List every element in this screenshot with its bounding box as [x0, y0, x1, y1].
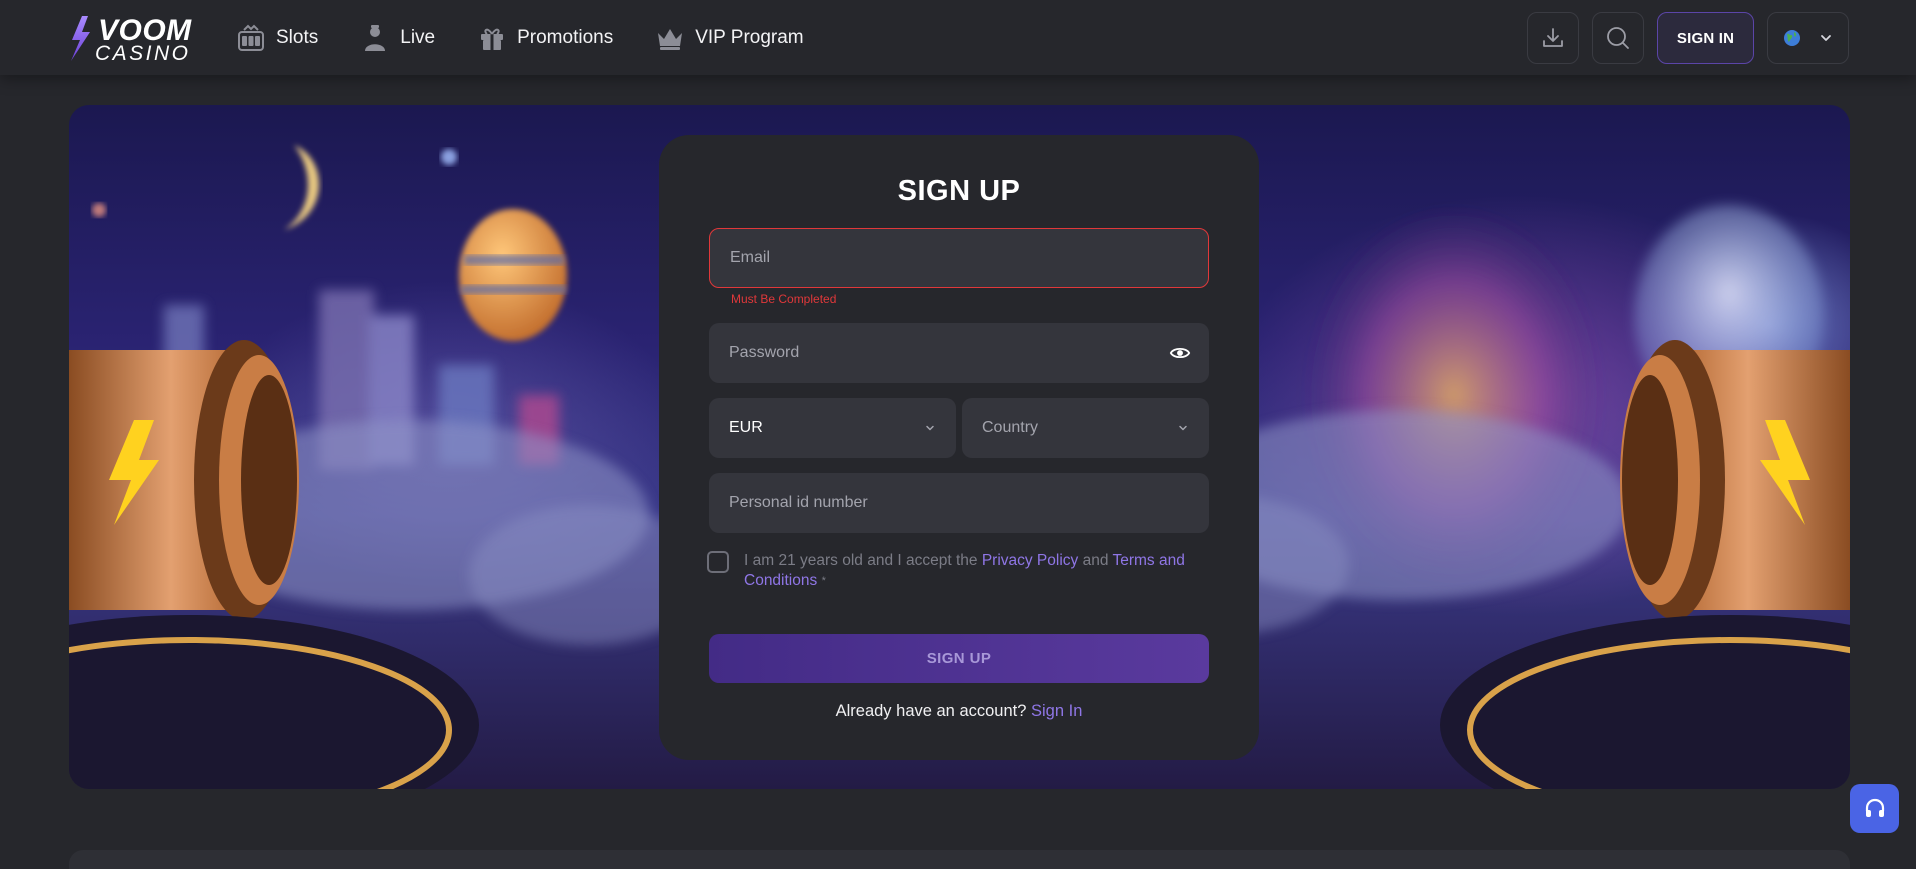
already-text: Already have an account?: [835, 702, 1027, 720]
language-selector[interactable]: [1767, 12, 1849, 64]
privacy-policy-link[interactable]: Privacy Policy: [982, 552, 1078, 569]
download-button[interactable]: [1527, 12, 1579, 64]
terms-checkbox[interactable]: [707, 551, 729, 573]
slot-machine-icon: [238, 24, 264, 51]
header-sign-in-button[interactable]: SIGN IN: [1657, 12, 1754, 64]
nav-label-slots: Slots: [276, 26, 319, 48]
email-input[interactable]: [730, 249, 1188, 267]
sign-in-link[interactable]: Sign In: [1031, 702, 1082, 720]
chevron-down-icon: [1821, 35, 1831, 41]
country-select[interactable]: Country: [962, 398, 1209, 458]
chevron-down-icon: [926, 425, 934, 431]
download-icon: [1543, 28, 1563, 47]
terms-prefix: I am 21 years old and I accept the: [744, 552, 982, 569]
crown-icon: [658, 28, 683, 50]
support-chat-button[interactable]: [1850, 784, 1899, 833]
nav-item-promotions[interactable]: Promotions: [477, 23, 613, 53]
terms-middle: and: [1078, 552, 1113, 569]
gift-icon: [481, 28, 504, 50]
signup-title: SIGN UP: [897, 175, 1021, 207]
search-button[interactable]: [1592, 12, 1644, 64]
voom-casino-logo[interactable]: VOOM CASINO: [68, 14, 198, 65]
main-nav: Slots Live Promotions VIP Program: [236, 0, 804, 75]
email-field[interactable]: [709, 228, 1209, 288]
signup-submit-button[interactable]: SIGN UP: [709, 634, 1209, 683]
logo-wordmark-bottom: CASINO: [95, 42, 191, 65]
lightning-bolt-icon: [71, 16, 90, 61]
country-placeholder: Country: [982, 419, 1039, 436]
nav-item-slots[interactable]: Slots: [236, 23, 318, 53]
nav-label-live: Live: [400, 26, 436, 48]
top-header: VOOM CASINO Slots Live Promotions VIP Pr…: [0, 0, 1916, 75]
next-section-panel: [69, 850, 1850, 869]
nav-label-promotions: Promotions: [517, 26, 614, 48]
search-icon: [1607, 27, 1629, 49]
already-have-account: Already have an account? Sign In: [659, 702, 1259, 721]
nav-item-vip-program[interactable]: VIP Program: [655, 23, 804, 53]
email-error-message: Must Be Completed: [731, 292, 837, 306]
terms-text: I am 21 years old and I accept the Priva…: [744, 551, 1214, 591]
nav-item-live[interactable]: Live: [360, 23, 435, 53]
currency-value: EUR: [729, 419, 763, 436]
headset-icon: [1865, 798, 1884, 817]
chevron-down-icon: [1179, 425, 1187, 431]
globe-icon: [1784, 30, 1800, 46]
nav-label-vip-program: VIP Program: [695, 26, 804, 48]
password-field[interactable]: [709, 323, 1209, 383]
password-input[interactable]: [729, 344, 1189, 362]
personal-id-input[interactable]: [729, 494, 1189, 512]
signup-card: SIGN UP Must Be Completed EUR Country I …: [659, 135, 1259, 760]
required-asterisk: *: [821, 575, 826, 587]
dealer-icon: [365, 24, 386, 51]
currency-select[interactable]: EUR: [709, 398, 956, 458]
show-password-eye-icon[interactable]: [1169, 342, 1191, 364]
personal-id-field[interactable]: [709, 473, 1209, 533]
